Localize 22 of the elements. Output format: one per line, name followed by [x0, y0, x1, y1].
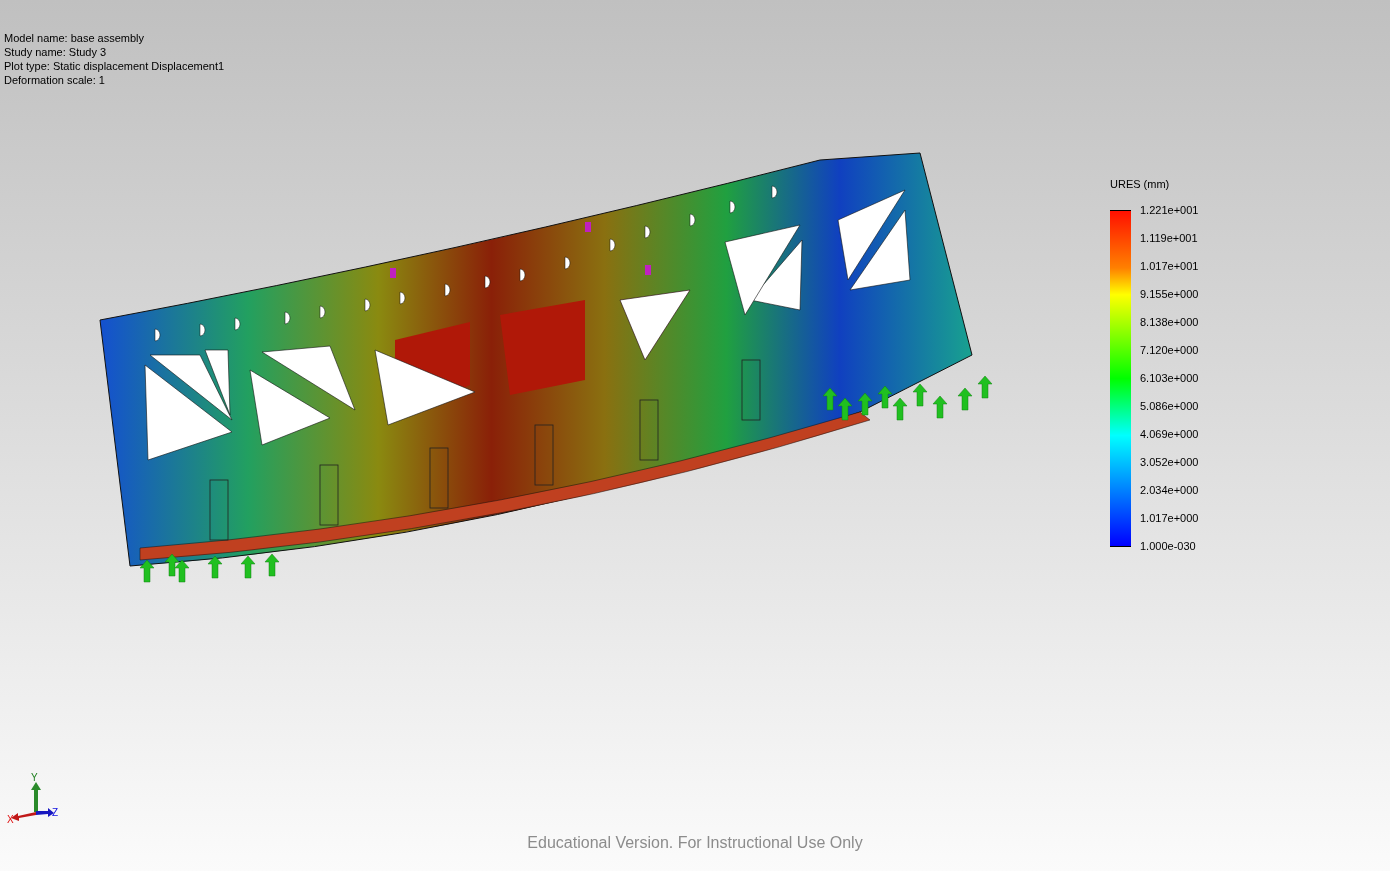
axis-label: Z — [52, 807, 59, 818]
legend-value: 9.155e+000 — [1140, 287, 1199, 302]
plot-info-text: Model name: base assembly — [4, 31, 145, 45]
plot-info-text: Plot type: Static displacement Displacement1 — [4, 59, 225, 73]
legend-value: 2.034e+000 — [1140, 483, 1199, 498]
legend-value: 3.052e+000 — [1140, 455, 1199, 470]
legend-value: 4.069e+000 — [1140, 427, 1199, 442]
plot-info-text: Study name: Study 3 — [4, 45, 108, 59]
license-notice: Educational Version. For Instructional Use Only — [527, 833, 863, 853]
legend-value: 1.000e-030 — [1140, 539, 1197, 554]
legend-value: 6.103e+000 — [1140, 371, 1199, 386]
axis-label: Y — [31, 772, 38, 783]
legend-value: 5.086e+000 — [1140, 399, 1199, 414]
plot-info-text: Deformation scale: 1 — [4, 73, 106, 87]
legend-value: 1.119e+001 — [1140, 231, 1199, 246]
legend-value: 8.138e+000 — [1140, 315, 1199, 330]
legend-value: 1.221e+001 — [1140, 203, 1199, 218]
legend-title: URES (mm) — [1110, 177, 1171, 191]
legend-value: 7.120e+000 — [1140, 343, 1199, 358]
legend-value: 1.017e+001 — [1140, 259, 1199, 274]
axis-label: X — [7, 814, 14, 824]
legend-value: 1.017e+000 — [1140, 511, 1199, 526]
